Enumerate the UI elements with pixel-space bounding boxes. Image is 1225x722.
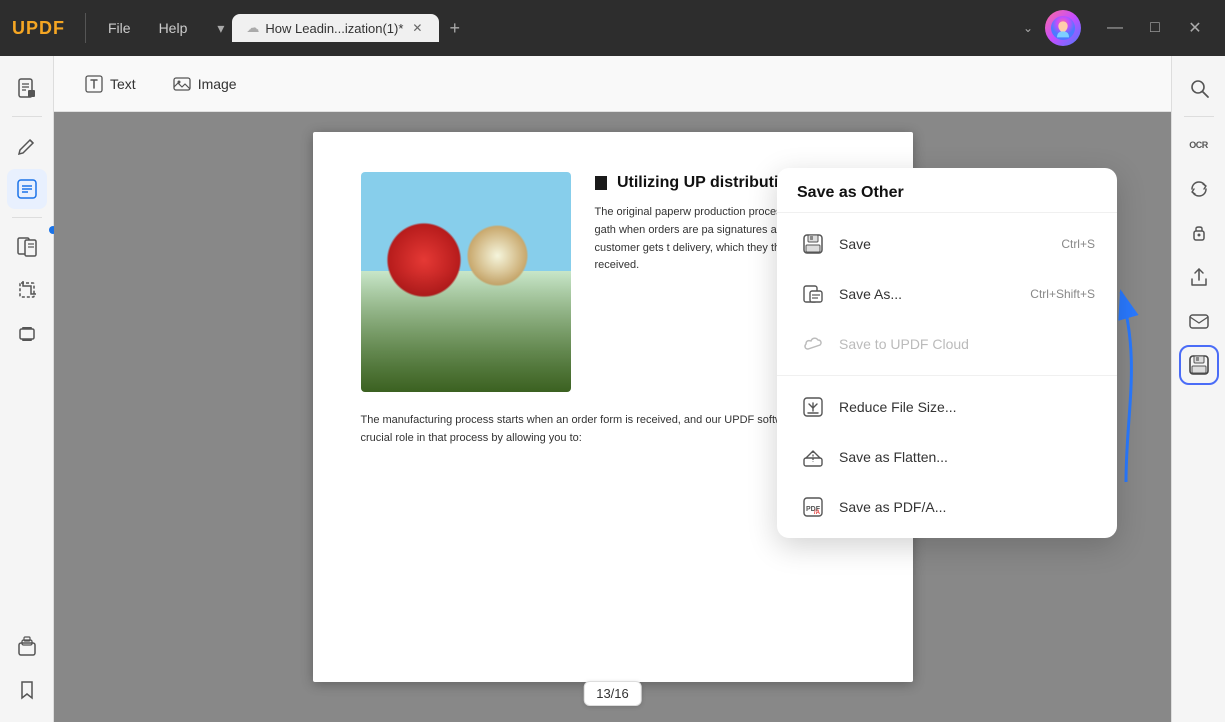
save-as-label: Save As...: [839, 286, 902, 302]
svg-text:/A: /A: [814, 510, 821, 516]
maximize-button[interactable]: □: [1137, 10, 1173, 46]
save-label: Save: [839, 236, 871, 252]
save-as-other-title: Save as Other: [777, 168, 1117, 213]
convert-button[interactable]: [1179, 169, 1219, 209]
sidebar-item-bookmark[interactable]: [7, 670, 47, 710]
text-tool-icon: [84, 74, 104, 94]
pdfa-label: Save as PDF/A...: [839, 499, 946, 515]
save-section: Save Ctrl+S: [777, 213, 1117, 375]
page-number-badge: 13/16: [583, 681, 642, 706]
titlebar: UPDF File Help ▾ ☁ How Leadin...ization(…: [0, 0, 1225, 56]
toolbar: Text Image: [54, 56, 1171, 112]
section-marker: [595, 176, 607, 190]
menu-help[interactable]: Help: [149, 16, 198, 40]
tab-cloud-icon: ☁: [246, 20, 259, 36]
share-button[interactable]: [1179, 257, 1219, 297]
content-wrapper: Text Image: [54, 56, 1171, 722]
text-tool-label: Text: [110, 76, 136, 92]
ocr-label: OCR: [1189, 140, 1208, 150]
tab-title: How Leadin...ization(1)*: [265, 21, 403, 36]
workers-image: [361, 172, 571, 392]
sidebar-item-reader[interactable]: [7, 68, 47, 108]
save-as-button[interactable]: Save As... Ctrl+Shift+S: [785, 269, 1109, 319]
sidebar-item-crop[interactable]: [7, 270, 47, 310]
sidebar-item-pages[interactable]: [7, 226, 47, 266]
save-other-button[interactable]: [1179, 345, 1219, 385]
protect-button[interactable]: [1179, 213, 1219, 253]
sidebar-separator-1: [12, 116, 42, 117]
main-container: Text Image: [0, 56, 1225, 722]
save-cloud-button[interactable]: Save to UPDF Cloud: [785, 319, 1109, 369]
cloud-icon: [799, 330, 827, 358]
reduce-file-size-button[interactable]: Reduce File Size...: [785, 382, 1109, 432]
tab-area: ▾ ☁ How Leadin...ization(1)* ✕ +: [213, 14, 1011, 42]
image-tool-button[interactable]: Image: [158, 68, 251, 100]
tab-history-icon[interactable]: ▾: [213, 18, 228, 39]
avatar: [1045, 10, 1081, 46]
flatten-icon: [799, 443, 827, 471]
right-sidebar: OCR: [1171, 56, 1225, 722]
sidebar-item-annotation[interactable]: [7, 125, 47, 165]
left-sidebar: [0, 56, 54, 722]
tabs-dropdown-icon[interactable]: ⌄: [1019, 17, 1037, 39]
ocr-button[interactable]: OCR: [1179, 125, 1219, 165]
sidebar-item-layers-bottom[interactable]: [7, 626, 47, 666]
compress-icon: [799, 393, 827, 421]
sidebar-item-edit[interactable]: [7, 169, 47, 209]
sidebar-separator-2: [12, 217, 42, 218]
save-flatten-button[interactable]: Save as Flatten...: [785, 432, 1109, 482]
save-button[interactable]: Save Ctrl+S: [785, 219, 1109, 269]
add-tab-button[interactable]: +: [443, 16, 466, 41]
right-sidebar-sep-1: [1184, 116, 1214, 117]
save-pdfa-button[interactable]: PDF /A Save as PDF/A...: [785, 482, 1109, 532]
image-tool-icon: [172, 74, 192, 94]
app-logo: UPDF: [12, 18, 65, 39]
search-right-button[interactable]: [1179, 68, 1219, 108]
tab-close-button[interactable]: ✕: [409, 20, 425, 36]
titlebar-divider: [85, 13, 86, 43]
flatten-label: Save as Flatten...: [839, 449, 948, 465]
active-tab[interactable]: ☁ How Leadin...ization(1)* ✕: [232, 14, 439, 42]
save-as-other-panel: Save as Other: [777, 168, 1117, 538]
close-button[interactable]: ✕: [1177, 10, 1213, 46]
content-area: Utilizing UP distribution The original p…: [54, 112, 1171, 722]
save-disk-icon: [799, 230, 827, 258]
save-as-icon: [799, 280, 827, 308]
save-as-shortcut: Ctrl+Shift+S: [1030, 287, 1095, 301]
save-shortcut: Ctrl+S: [1061, 237, 1095, 251]
send-button[interactable]: [1179, 301, 1219, 341]
minimize-button[interactable]: —: [1097, 10, 1133, 46]
other-section: Reduce File Size...: [777, 375, 1117, 538]
menu-file[interactable]: File: [98, 16, 141, 40]
image-tool-label: Image: [198, 76, 237, 92]
reduce-label: Reduce File Size...: [839, 399, 957, 415]
pdfa-icon: PDF /A: [799, 493, 827, 521]
save-cloud-label: Save to UPDF Cloud: [839, 336, 969, 352]
sidebar-item-layers[interactable]: [7, 314, 47, 354]
window-controls: — □ ✕: [1097, 10, 1213, 46]
text-tool-button[interactable]: Text: [70, 68, 150, 100]
